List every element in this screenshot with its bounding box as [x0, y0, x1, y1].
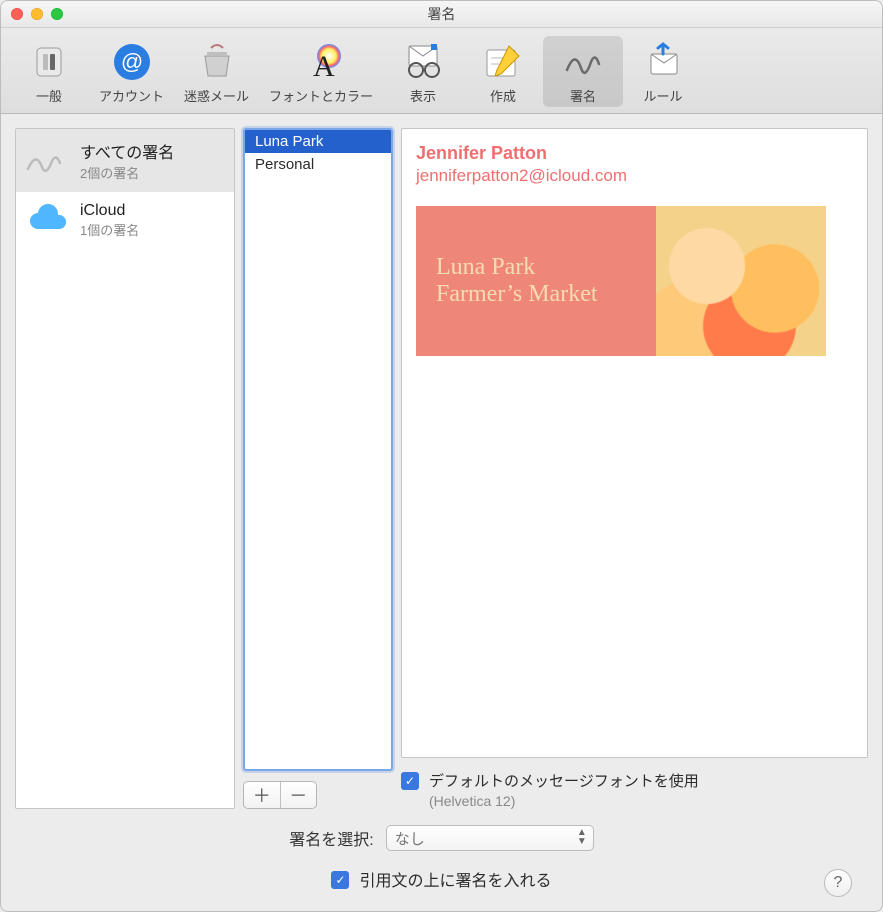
tab-viewing[interactable]: 表示 — [383, 36, 463, 107]
default-font-text-group: デフォルトのメッセージフォントを使用 (Helvetica 12) — [429, 770, 699, 809]
tab-label: 署名 — [570, 86, 596, 105]
preferences-window: 署名 一般 @ アカウント 迷惑メール A — [0, 0, 883, 912]
banner-text: Luna Park Farmer’s Market — [416, 206, 656, 356]
choose-signature-popup[interactable]: なし ▲▼ — [386, 825, 594, 851]
accounts-icon: @ — [108, 40, 156, 84]
signature-email-text: jenniferpatton2@icloud.com — [416, 166, 853, 186]
signature-name-text: Jennifer Patton — [416, 143, 853, 164]
above-quote-checkbox[interactable]: ✓ — [331, 871, 349, 889]
accounts-item-text: iCloud 1個の署名 — [80, 202, 139, 239]
content-area: すべての署名 2個の署名 iCloud 1個の署名 Luna Park — [1, 114, 882, 911]
accounts-item-sub: 1個の署名 — [80, 220, 139, 239]
popup-arrows-icon: ▲▼ — [577, 828, 587, 846]
tab-general[interactable]: 一般 — [9, 36, 89, 107]
banner-line-2: Farmer’s Market — [436, 281, 656, 308]
tab-label: アカウント — [99, 86, 164, 105]
default-font-note: (Helvetica 12) — [429, 793, 699, 809]
default-font-option: ✓ デフォルトのメッセージフォントを使用 (Helvetica 12) — [401, 770, 868, 809]
tab-composing[interactable]: 作成 — [463, 36, 543, 107]
window-title: 署名 — [1, 4, 882, 24]
accounts-item-icloud[interactable]: iCloud 1個の署名 — [16, 192, 234, 249]
tab-signatures[interactable]: 署名 — [543, 36, 623, 107]
banner-line-1: Luna Park — [436, 254, 656, 281]
choose-signature-value: なし — [395, 828, 425, 849]
tab-label: ルール — [644, 86, 683, 105]
tab-fonts-colors[interactable]: A フォントとカラー — [259, 36, 383, 107]
junk-icon — [193, 40, 241, 84]
accounts-list[interactable]: すべての署名 2個の署名 iCloud 1個の署名 — [15, 128, 235, 809]
signatures-column: Luna Park Personal ＋ － — [243, 128, 393, 809]
signature-item[interactable]: Personal — [245, 153, 391, 176]
accounts-item-sub: 2個の署名 — [80, 163, 174, 182]
tab-junk[interactable]: 迷惑メール — [174, 36, 259, 107]
tab-label: 作成 — [490, 86, 516, 105]
banner-fruit-image — [656, 206, 826, 356]
general-icon — [25, 40, 73, 84]
tab-accounts[interactable]: @ アカウント — [89, 36, 174, 107]
titlebar: 署名 — [1, 1, 882, 28]
tab-label: 表示 — [410, 86, 436, 105]
svg-text:@: @ — [120, 49, 142, 74]
preferences-toolbar: 一般 @ アカウント 迷惑メール A フォントとカラー — [1, 28, 882, 114]
add-remove-group: ＋ － — [243, 781, 317, 809]
icloud-icon — [26, 203, 70, 239]
signature-item[interactable]: Luna Park — [245, 130, 391, 153]
use-default-font-label: デフォルトのメッセージフォントを使用 — [429, 770, 699, 791]
tab-label: フォントとカラー — [269, 86, 373, 105]
add-signature-button[interactable]: ＋ — [244, 782, 280, 808]
rules-icon — [639, 40, 687, 84]
svg-text:A: A — [313, 50, 335, 83]
preview-column: Jennifer Patton jenniferpatton2@icloud.c… — [401, 128, 868, 809]
accounts-item-all[interactable]: すべての署名 2個の署名 — [16, 129, 234, 192]
signature-editor[interactable]: Jennifer Patton jenniferpatton2@icloud.c… — [401, 128, 868, 758]
tab-rules[interactable]: ルール — [623, 36, 703, 107]
signatures-icon — [559, 40, 607, 84]
above-quote-label: 引用文の上に署名を入れる — [359, 867, 551, 891]
panes: すべての署名 2個の署名 iCloud 1個の署名 Luna Park — [15, 128, 868, 809]
accounts-item-text: すべての署名 2個の署名 — [80, 139, 174, 182]
bottom-row: ✓ 引用文の上に署名を入れる ? — [15, 867, 868, 901]
remove-signature-button[interactable]: － — [280, 782, 317, 808]
viewing-icon — [399, 40, 447, 84]
use-default-font-checkbox[interactable]: ✓ — [401, 772, 419, 790]
choose-signature-row: 署名を選択: なし ▲▼ — [15, 819, 868, 857]
signatures-list[interactable]: Luna Park Personal — [243, 128, 393, 771]
accounts-item-name: iCloud — [80, 202, 139, 220]
tab-label: 迷惑メール — [184, 86, 249, 105]
tab-label: 一般 — [36, 86, 62, 105]
choose-signature-label: 署名を選択: — [289, 826, 373, 850]
all-signatures-icon — [26, 143, 70, 179]
composing-icon — [479, 40, 527, 84]
fonts-colors-icon: A — [297, 40, 345, 84]
signature-banner-image: Luna Park Farmer’s Market — [416, 206, 826, 356]
help-button[interactable]: ? — [824, 869, 852, 897]
accounts-item-name: すべての署名 — [80, 139, 174, 163]
